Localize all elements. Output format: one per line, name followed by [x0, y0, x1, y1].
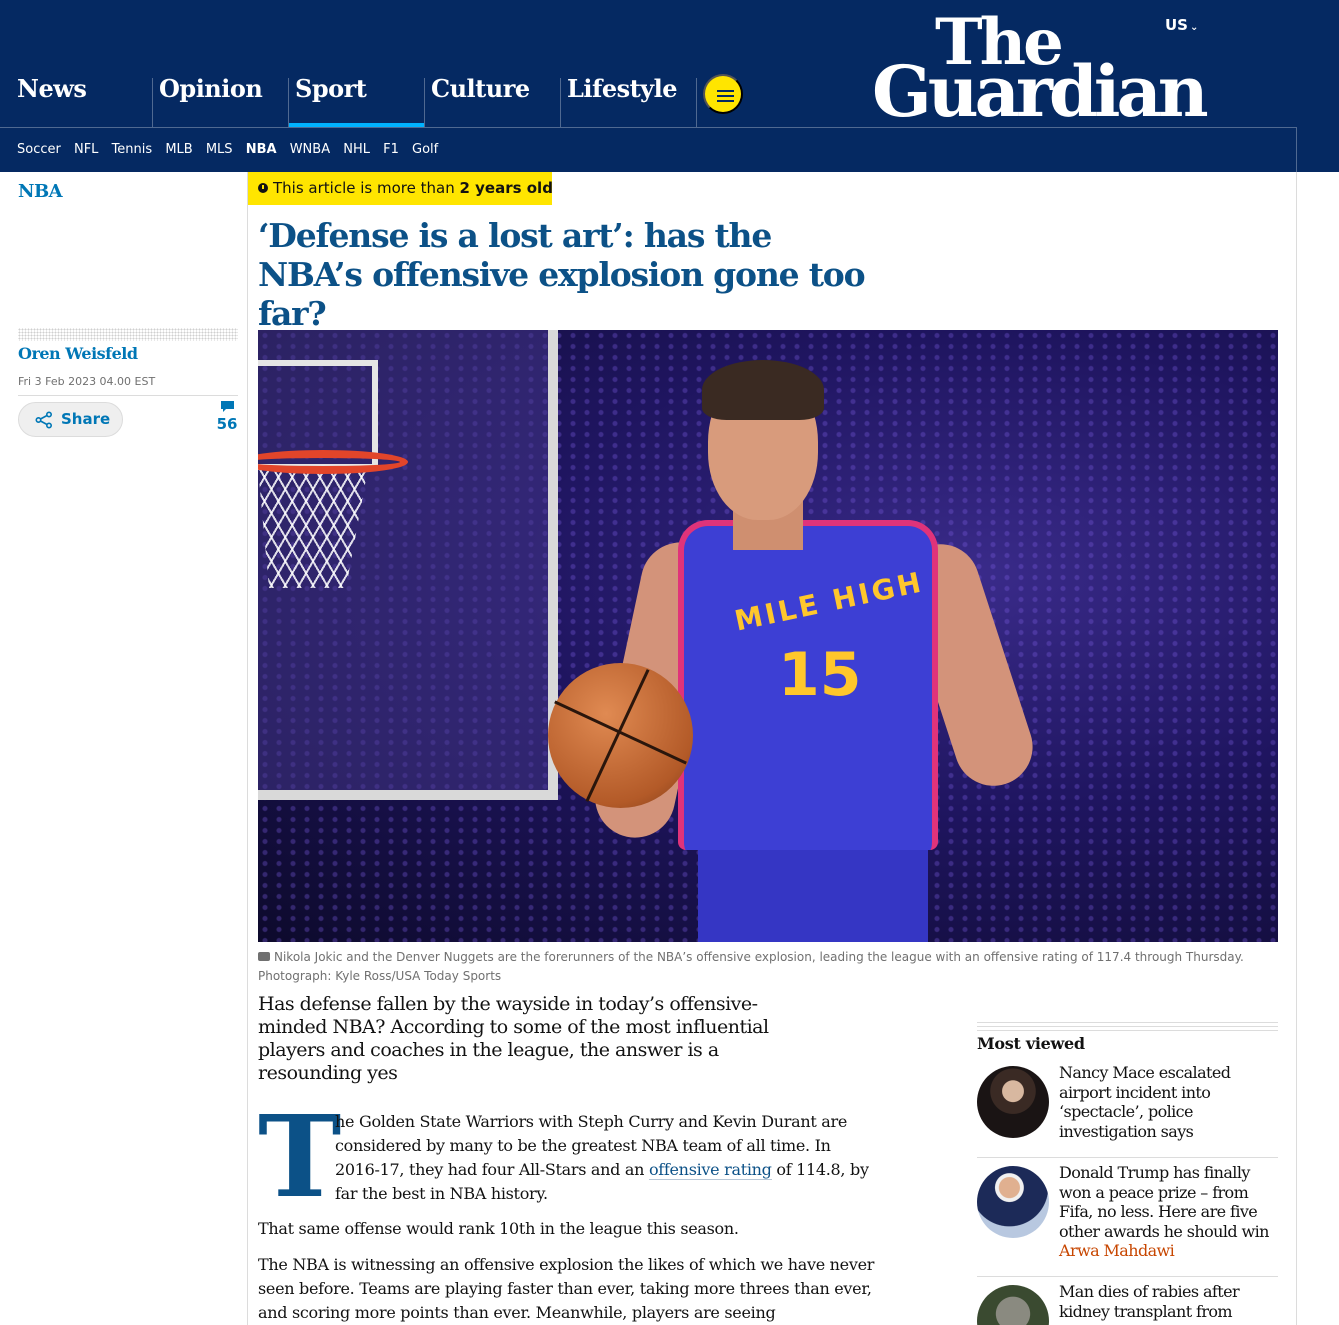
most-viewed-title: Most viewed — [977, 1034, 1085, 1053]
subnav-mls[interactable]: MLS — [206, 142, 233, 157]
camera-icon — [258, 952, 270, 961]
body-paragraph-1: he Golden State Warriors with Steph Curr… — [335, 1110, 880, 1206]
comment-count: 56 — [216, 415, 238, 433]
player-hair — [702, 360, 824, 420]
comments-link[interactable]: 56 — [212, 400, 242, 433]
body-paragraph-3: The NBA is witnessing an offensive explo… — [258, 1255, 875, 1322]
article-standfirst: Has defense fallen by the wayside in tod… — [258, 993, 769, 1084]
column-divider-right — [1296, 172, 1297, 1325]
masthead: US ⌄ The Guardian News Opinion Sport Cult… — [0, 0, 1339, 172]
subnav-nfl[interactable]: NFL — [74, 142, 98, 157]
age-prefix: This article is more than — [273, 179, 460, 197]
hero-image[interactable]: MILE HIGH 15 — [258, 330, 1278, 942]
section-tag[interactable]: NBA — [18, 181, 63, 202]
column-divider-left — [247, 172, 248, 1325]
article-headline: ‘Defense is a lost art’: has the NBA’s o… — [258, 216, 866, 333]
most-viewed-headline-block: Donald Trump has finally won a peace pri… — [1059, 1163, 1277, 1261]
chevron-down-icon: ⌄ — [1189, 22, 1199, 33]
logo-line-2: Guardian — [872, 50, 1209, 133]
offensive-rating-link[interactable]: offensive rating — [648, 1160, 772, 1180]
subnav-mlb[interactable]: MLB — [165, 142, 192, 157]
pillar-divider — [696, 78, 697, 127]
edition-label: US — [1165, 16, 1188, 34]
image-caption: Nikola Jokic and the Denver Nuggets are … — [258, 948, 1288, 986]
hamburger-icon — [717, 90, 734, 92]
subnav-nhl[interactable]: NHL — [343, 142, 370, 157]
clock-icon — [258, 183, 268, 193]
subnav-f1[interactable]: F1 — [383, 142, 399, 157]
pillar-sport[interactable]: Sport — [288, 77, 425, 127]
share-icon — [35, 411, 53, 429]
article-age-warning: This article is more than 2 years old — [248, 172, 553, 205]
basketball — [548, 663, 693, 808]
most-viewed-headline: Man dies of rabies after kidney transpla… — [1059, 1282, 1240, 1321]
share-label: Share — [61, 410, 111, 428]
sport-subnav: Soccer NFL Tennis MLB MLS NBA WNBA NHL F… — [17, 142, 447, 157]
jersey-number: 15 — [778, 640, 862, 710]
hamburger-icon-line — [717, 100, 734, 102]
pillar-sport-label: Sport — [295, 74, 367, 103]
most-viewed-thumbnail — [977, 1066, 1049, 1138]
pillar-news[interactable]: News — [0, 77, 136, 127]
share-button[interactable]: Share — [18, 402, 123, 437]
publish-date: Fri 3 Feb 2023 04.00 EST — [18, 375, 156, 388]
hamburger-icon-line — [717, 95, 734, 97]
most-viewed-thumbnail — [977, 1166, 1049, 1238]
pillar-lifestyle[interactable]: Lifestyle — [560, 77, 696, 127]
most-viewed-item[interactable]: Nancy Mace escalated airport incident in… — [977, 1062, 1278, 1157]
most-viewed-author: Arwa Mahdawi — [1059, 1241, 1175, 1260]
age-value: 2 years old — [459, 179, 553, 197]
subnav-divider — [0, 127, 1297, 128]
subnav-golf[interactable]: Golf — [412, 142, 438, 157]
subnav-wnba[interactable]: WNBA — [290, 142, 330, 157]
subnav-soccer[interactable]: Soccer — [17, 142, 61, 157]
most-viewed-headline: Donald Trump has finally won a peace pri… — [1059, 1163, 1269, 1241]
drop-cap: T — [258, 1092, 342, 1223]
subnav-tennis[interactable]: Tennis — [112, 142, 153, 157]
subnav-end-divider — [1296, 127, 1297, 172]
menu-button[interactable] — [703, 74, 743, 114]
most-viewed-headline: Nancy Mace escalated airport incident in… — [1059, 1063, 1231, 1141]
player-shorts — [698, 840, 928, 942]
most-viewed-rule — [977, 1022, 1278, 1034]
author-name[interactable]: Oren Weisfeld — [18, 344, 138, 363]
caption-text: Nikola Jokic and the Denver Nuggets are … — [258, 950, 1244, 983]
meta-divider — [18, 395, 238, 396]
most-viewed-item[interactable]: Man dies of rabies after kidney transpla… — [977, 1276, 1278, 1325]
comment-icon — [221, 401, 234, 412]
subnav-nba[interactable]: NBA — [246, 142, 277, 157]
edition-switcher[interactable]: US ⌄ — [1165, 16, 1198, 34]
pillar-culture[interactable]: Culture — [424, 77, 560, 127]
body-paragraph-2: That same offense would rank 10th in the… — [258, 1219, 739, 1238]
most-viewed-thumbnail — [977, 1285, 1049, 1325]
player-figure: MILE HIGH 15 — [587, 360, 1058, 942]
pillar-opinion[interactable]: Opinion — [152, 77, 288, 127]
most-viewed-item[interactable]: Donald Trump has finally won a peace pri… — [977, 1157, 1278, 1276]
meta-dotted-rule — [18, 328, 238, 341]
